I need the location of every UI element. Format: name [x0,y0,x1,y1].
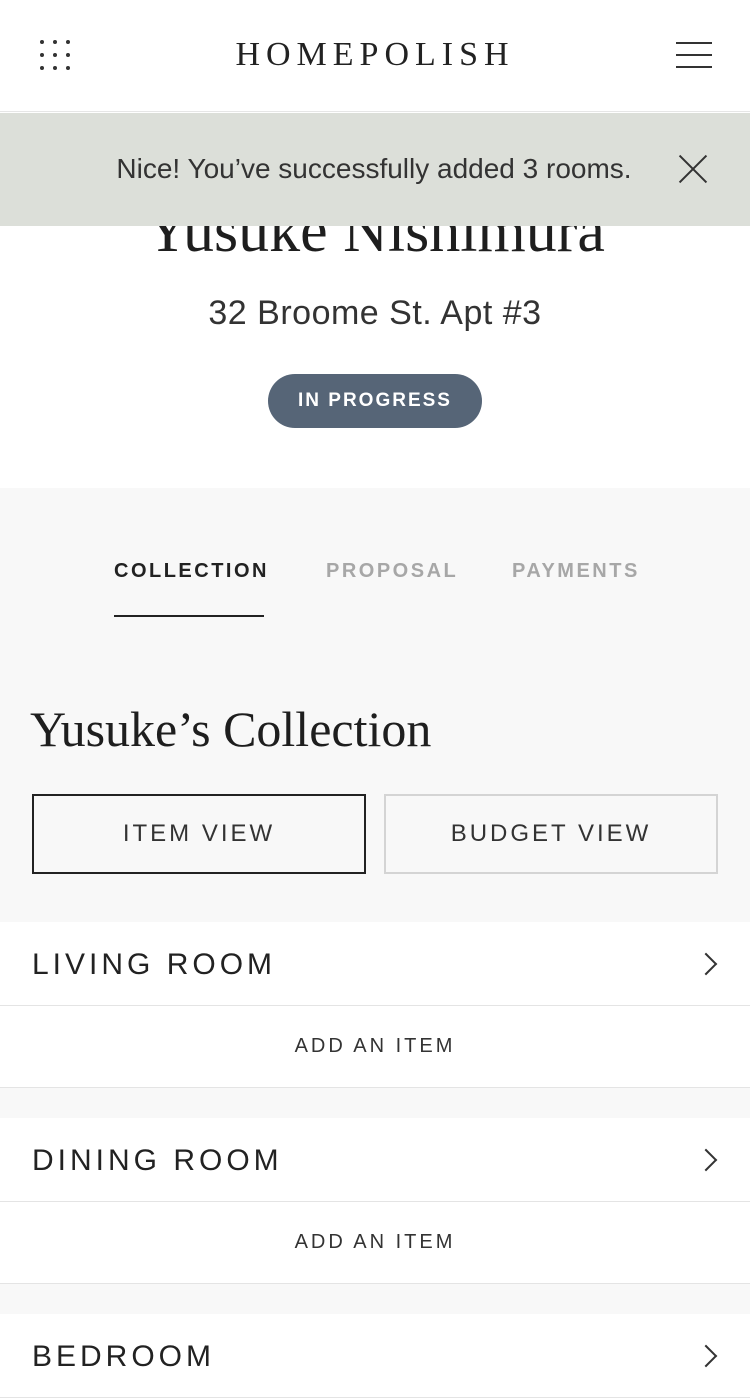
room-name: DINING ROOM [32,1144,283,1177]
project-address: 32 Broome St. Apt #3 [208,294,542,332]
tab-collection[interactable]: COLLECTION [114,560,269,583]
room-divider [0,1088,750,1118]
brand-logo[interactable]: HOMEPOLISH [0,36,750,74]
success-toast: Nice! You’ve successfully added 3 rooms. [0,113,750,226]
close-icon[interactable] [678,154,708,184]
tab-payments[interactable]: PAYMENTS [512,560,640,583]
status-badge: IN PROGRESS [268,374,482,428]
add-item-button[interactable]: ADD AN ITEM [0,1202,750,1284]
room-header-bedroom[interactable]: BEDROOM [0,1314,750,1398]
tab-proposal[interactable]: PROPOSAL [326,560,458,583]
chevron-right-icon [704,1149,718,1171]
collection-section: COLLECTION PROPOSAL PAYMENTS Yusuke’s Co… [0,488,750,922]
hamburger-menu-icon[interactable] [676,40,712,70]
room-dining-room: DINING ROOM ADD AN ITEM [0,1118,750,1284]
room-living-room: LIVING ROOM ADD AN ITEM [0,922,750,1088]
chevron-right-icon [704,1345,718,1367]
item-view-button[interactable]: ITEM VIEW [32,794,366,874]
chevron-right-icon [704,953,718,975]
room-header-dining-room[interactable]: DINING ROOM [0,1118,750,1202]
room-name: BEDROOM [32,1340,216,1373]
room-name: LIVING ROOM [32,948,277,981]
room-divider [0,1284,750,1314]
app-header: HOMEPOLISH [0,0,750,112]
room-bedroom: BEDROOM [0,1314,750,1400]
add-item-button[interactable]: ADD AN ITEM [0,1006,750,1088]
collection-title: Yusuke’s Collection [30,701,432,757]
room-header-living-room[interactable]: LIVING ROOM [0,922,750,1006]
toast-message: Nice! You’ve successfully added 3 rooms. [116,153,632,184]
budget-view-button[interactable]: BUDGET VIEW [384,794,718,874]
active-tab-indicator [114,615,264,617]
